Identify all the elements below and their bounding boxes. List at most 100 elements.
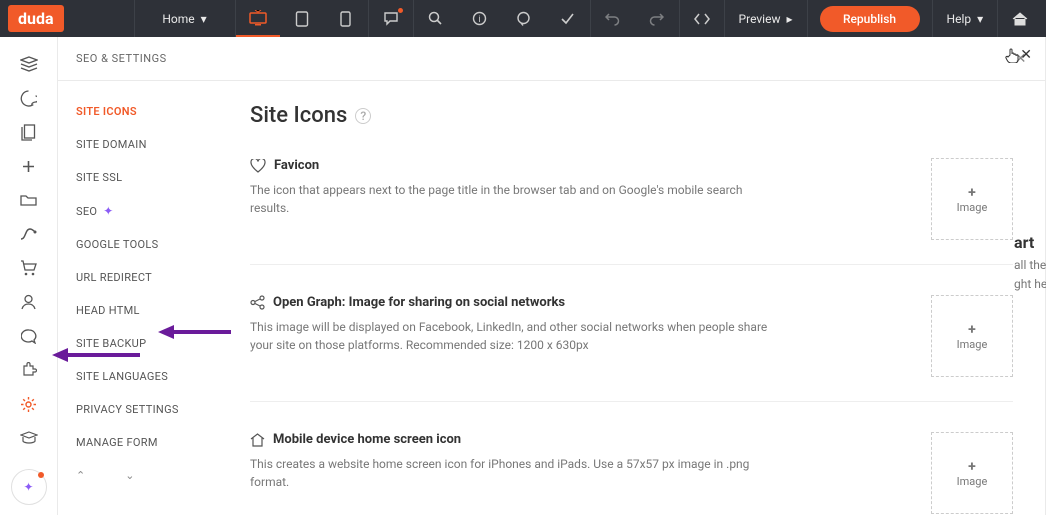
subnav-url-redirect[interactable]: URL REDIRECT [76, 261, 228, 294]
puzzle-icon [21, 362, 37, 378]
help-label: Help [947, 12, 972, 26]
rail-content[interactable] [9, 185, 49, 215]
rail-settings[interactable] [9, 389, 49, 419]
page-title: Site Icons ? [250, 103, 1013, 128]
mobile-icon [340, 11, 351, 27]
subnav-google-tools[interactable]: GOOGLE TOOLS [76, 228, 228, 261]
section-title: Open Graph: Image for sharing on social … [250, 295, 911, 310]
subnav-seo[interactable]: SEO ✦ [76, 194, 228, 228]
page-selector[interactable]: Home ▾ [135, 0, 235, 37]
user-icon [21, 294, 36, 310]
share-icon [250, 295, 265, 310]
section-mobile-icon: Mobile device home screen icon This crea… [250, 432, 1013, 514]
chat-button[interactable] [502, 0, 546, 37]
subnav-site-icons[interactable]: SITE ICONS [76, 95, 228, 128]
help-dropdown[interactable]: Help ▾ [933, 0, 998, 37]
subnav-site-domain[interactable]: SITE DOMAIN [76, 128, 228, 161]
device-mobile[interactable] [324, 0, 368, 37]
tablet-icon [295, 11, 309, 27]
undo-icon [605, 11, 620, 26]
mobile-icon-upload[interactable]: + Image [931, 432, 1013, 514]
home-button[interactable] [998, 0, 1042, 37]
sparkle-icon: ✦ [103, 204, 113, 218]
chat-icon [516, 11, 531, 26]
device-tablet[interactable] [280, 0, 324, 37]
chat-bubble-icon [21, 329, 37, 344]
plus-icon [21, 159, 36, 174]
pages-icon [21, 124, 36, 141]
close-panel-button[interactable]: ✕ [1015, 51, 1027, 67]
scroll-up-button[interactable]: ⌃ [76, 469, 85, 482]
heart-icon [250, 159, 266, 173]
republish-button[interactable]: Republish [820, 6, 920, 32]
rail-blog[interactable] [9, 321, 49, 351]
desktop-icon [249, 10, 267, 26]
section-description: This creates a website home screen icon … [250, 455, 770, 491]
cart-icon [20, 260, 37, 276]
panel-body: SITE ICONS SITE DOMAIN SITE SSL SEO ✦ GO… [58, 81, 1045, 515]
top-toolbar: duda Home ▾ i Preview ▸ [0, 0, 1046, 37]
opengraph-upload[interactable]: + Image [931, 295, 1013, 377]
plus-icon: + [968, 322, 976, 338]
favicon-upload[interactable]: + Image [931, 158, 1013, 240]
section-description: The icon that appears next to the page t… [250, 181, 770, 217]
canvas-peek: art all the ght here. [1014, 230, 1046, 294]
svg-text:i: i [478, 15, 480, 25]
panel-header: SEO & SETTINGS ✕ [58, 37, 1045, 81]
redo-icon [649, 11, 664, 26]
redo-button[interactable] [635, 0, 679, 37]
left-rail: ✦ [0, 37, 58, 515]
subnav-site-languages[interactable]: SITE LANGUAGES [76, 360, 228, 393]
plus-icon: + [968, 459, 976, 475]
rail-education[interactable] [9, 423, 49, 453]
subnav-manage-form[interactable]: MANAGE FORM [76, 426, 228, 459]
subnav-site-backup[interactable]: SITE BACKUP [76, 327, 228, 360]
comments-button[interactable] [369, 0, 413, 37]
graduation-icon [20, 431, 38, 445]
rail-pages[interactable] [9, 117, 49, 147]
check-button[interactable] [546, 0, 590, 37]
palette-icon [20, 90, 37, 107]
search-icon [428, 11, 443, 26]
section-opengraph: Open Graph: Image for sharing on social … [250, 295, 1013, 402]
home-outline-icon [250, 433, 265, 447]
panel-title: SEO & SETTINGS [76, 52, 167, 65]
section-title: Favicon [250, 158, 911, 173]
duda-logo: duda [8, 5, 64, 32]
rail-design[interactable] [9, 83, 49, 113]
search-button[interactable] [414, 0, 458, 37]
section-favicon: Favicon The icon that appears next to th… [250, 158, 1013, 265]
rail-apps[interactable] [9, 355, 49, 385]
subnav-privacy-settings[interactable]: PRIVACY SETTINGS [76, 393, 228, 426]
subnav-head-html[interactable]: HEAD HTML [76, 294, 228, 327]
home-icon [1012, 12, 1028, 26]
help-icon[interactable]: ? [355, 108, 371, 124]
plus-badge-icon [398, 8, 403, 13]
device-desktop[interactable] [236, 0, 280, 37]
curve-icon [20, 227, 37, 241]
settings-subnav: SITE ICONS SITE DOMAIN SITE SSL SEO ✦ GO… [58, 81, 228, 515]
rail-add[interactable] [9, 151, 49, 181]
rail-personalize[interactable] [9, 219, 49, 249]
chevron-down-icon: ▾ [201, 12, 207, 26]
undo-button[interactable] [591, 0, 635, 37]
info-button[interactable]: i [458, 0, 502, 37]
main: ✦ SEO & SETTINGS ✕ SITE ICONS SITE DOMAI… [0, 37, 1046, 515]
check-icon [560, 11, 575, 26]
rail-membership[interactable] [9, 287, 49, 317]
plus-icon: + [968, 185, 976, 201]
scroll-down-button[interactable]: ⌄ [125, 469, 134, 482]
page-selector-label: Home [162, 12, 194, 26]
settings-panel: SEO & SETTINGS ✕ SITE ICONS SITE DOMAIN … [58, 37, 1046, 515]
chevron-down-icon: ▾ [977, 12, 983, 26]
folder-icon [20, 193, 37, 207]
rail-layers[interactable] [9, 49, 49, 79]
ai-assistant-button[interactable]: ✦ [11, 469, 47, 505]
subnav-site-ssl[interactable]: SITE SSL [76, 161, 228, 194]
comment-icon [383, 11, 399, 27]
preview-button[interactable]: Preview ▸ [725, 0, 807, 37]
subnav-scroll-controls: ⌃ ⌄ [76, 459, 228, 492]
devmode-button[interactable] [680, 0, 724, 37]
sparkle-icon: ✦ [23, 480, 33, 494]
rail-ecommerce[interactable] [9, 253, 49, 283]
